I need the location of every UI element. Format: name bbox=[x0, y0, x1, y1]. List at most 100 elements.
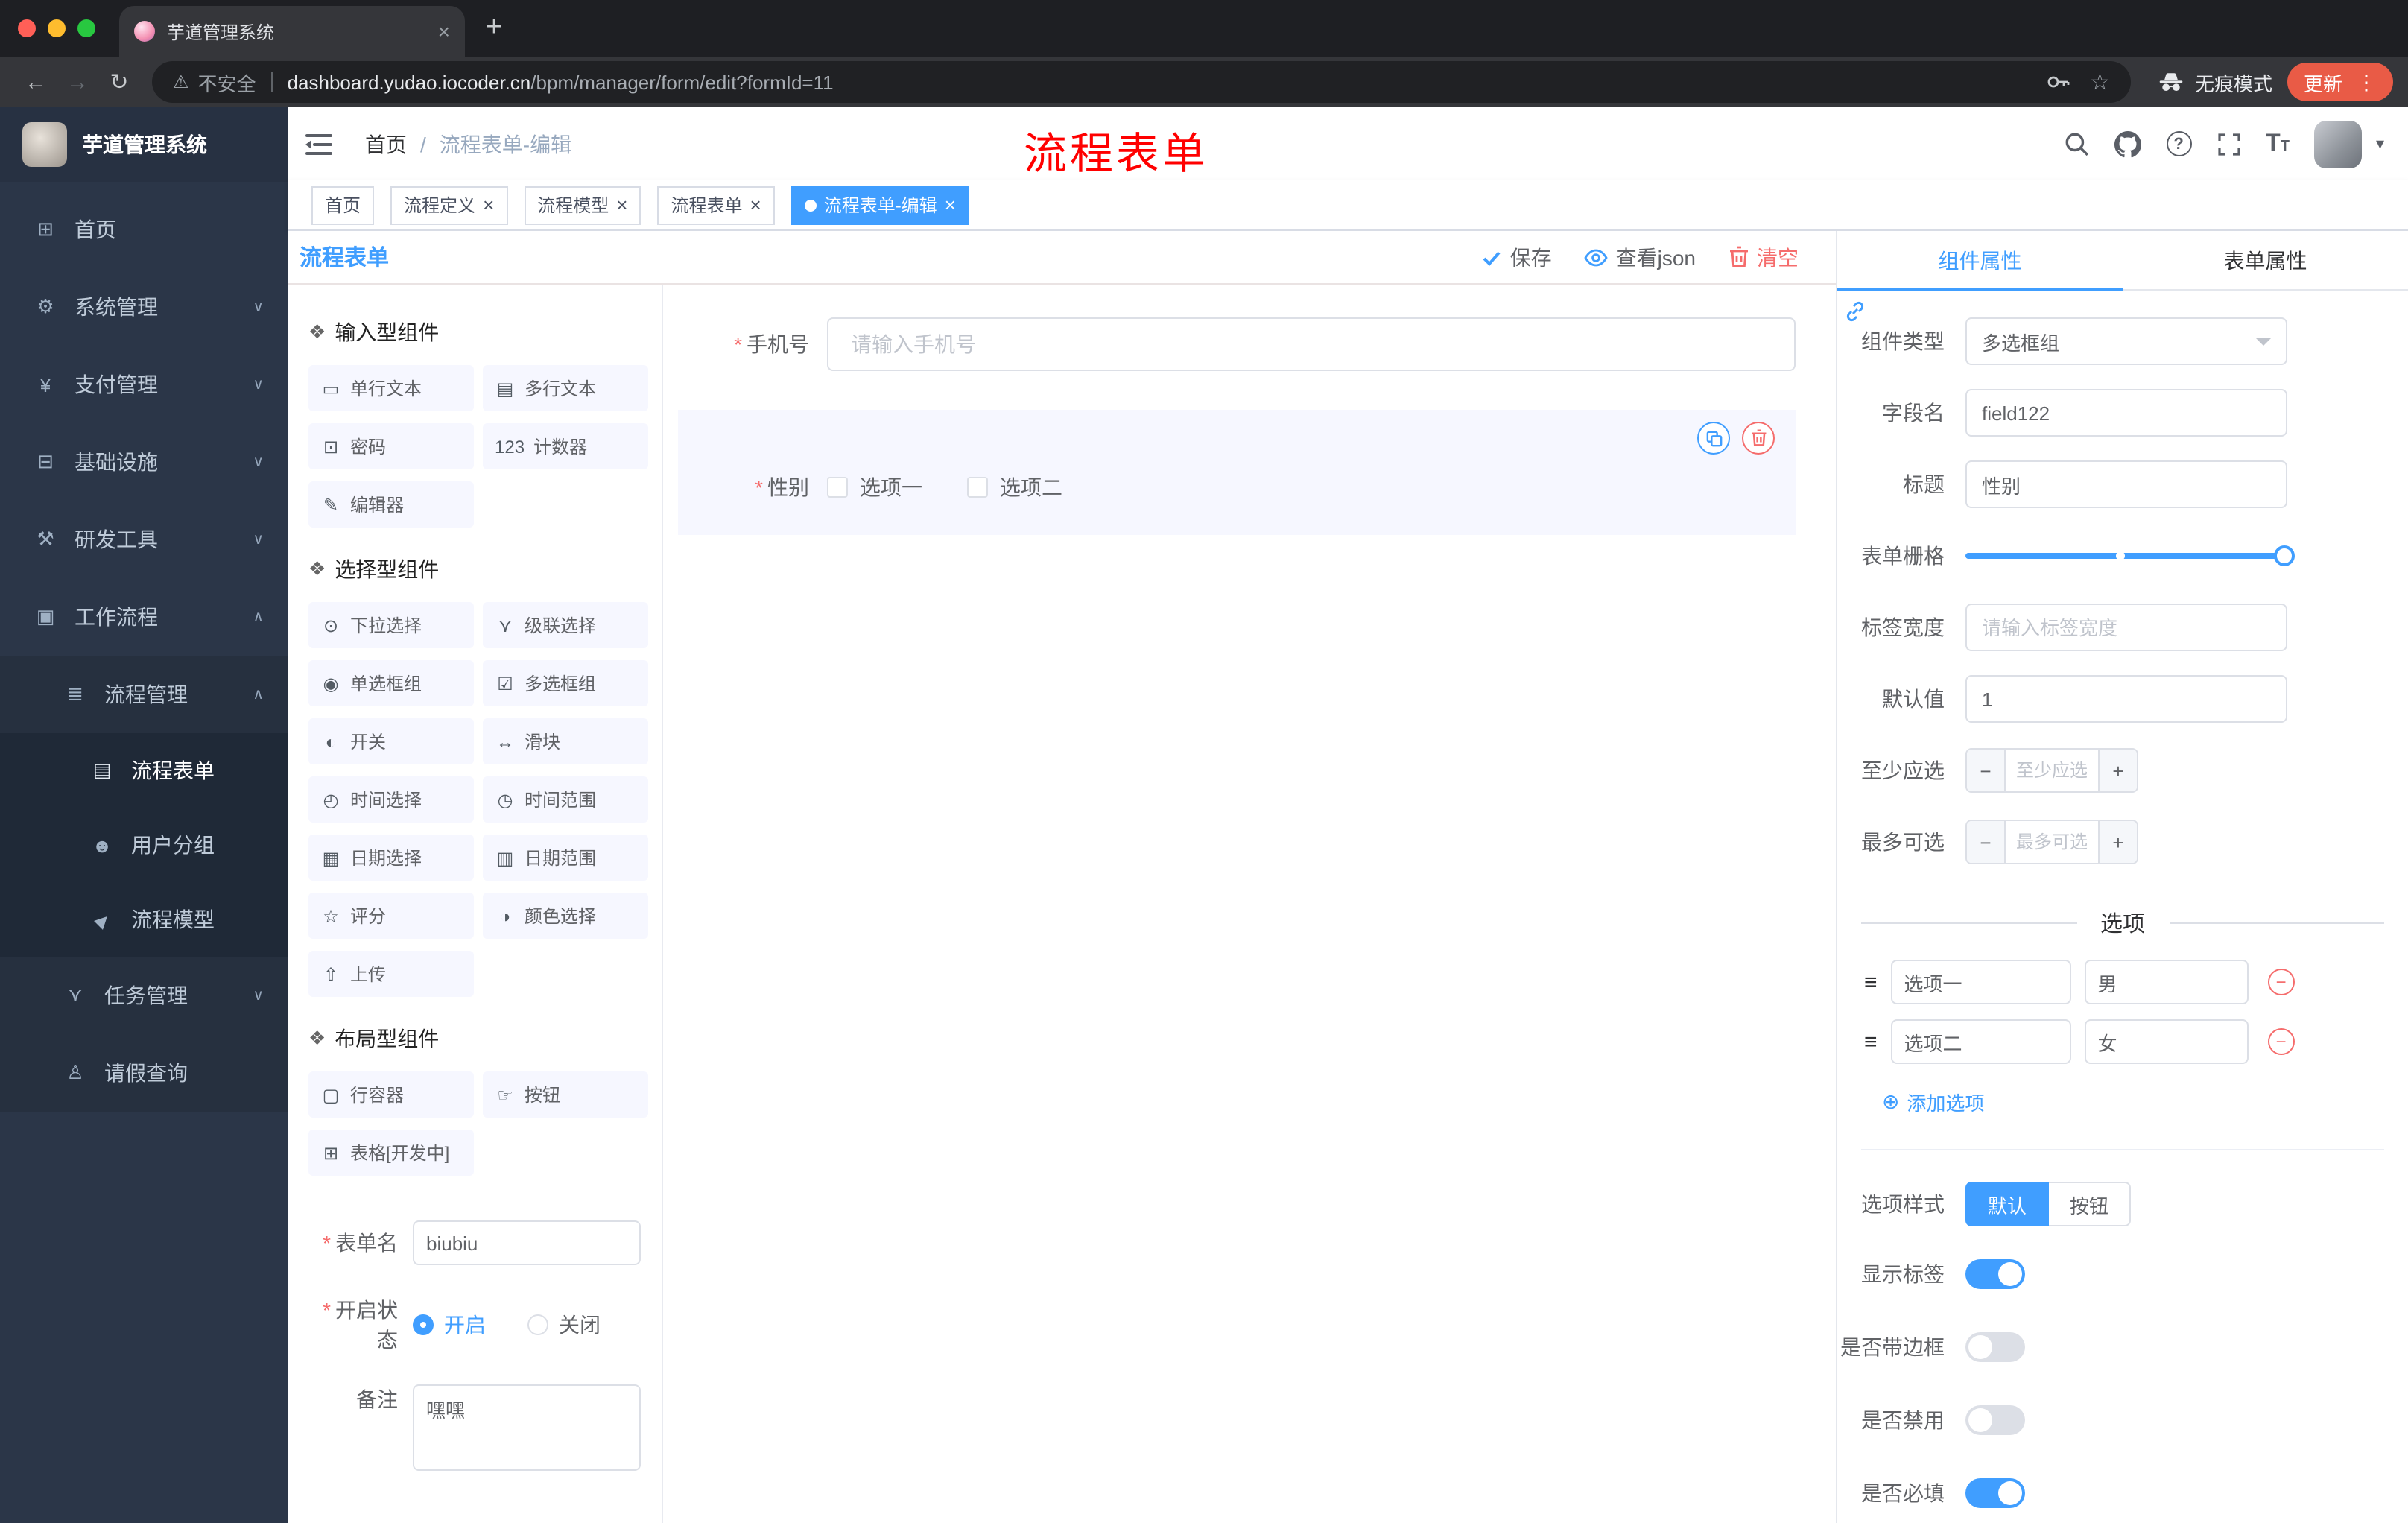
password-key-icon[interactable] bbox=[2045, 70, 2069, 94]
min-select-input[interactable] bbox=[2006, 750, 2098, 791]
drag-handle-icon[interactable]: ≡ bbox=[1864, 969, 1878, 995]
sidebar-item[interactable]: ≣ 流程管理 ∧ bbox=[0, 656, 288, 733]
toggle-switch[interactable] bbox=[1965, 1405, 2025, 1434]
palette-component[interactable]: ⇧ 上传 bbox=[308, 951, 474, 997]
tagview-tab[interactable]: 流程表单-编辑 × bbox=[790, 186, 969, 224]
tag-close-icon[interactable]: × bbox=[616, 195, 627, 215]
hamburger-icon[interactable] bbox=[305, 132, 341, 156]
app-logo[interactable]: 芋道管理系统 bbox=[0, 107, 288, 182]
decrease-button[interactable]: − bbox=[1967, 750, 2006, 791]
browser-menu-icon[interactable]: ⋮ bbox=[2356, 69, 2377, 95]
gender-field-selected[interactable]: * 性别 选项一 选项二 bbox=[678, 410, 1796, 535]
sidebar-item[interactable]: ⚒ 研发工具 ∨ bbox=[0, 501, 288, 578]
palette-component[interactable]: ▦ 日期选择 bbox=[308, 835, 474, 881]
sidebar-item[interactable]: ⚙ 系统管理 ∨ bbox=[0, 268, 288, 346]
status-off-radio[interactable]: 关闭 bbox=[527, 1310, 601, 1340]
palette-component[interactable]: ◑ 颜色选择 bbox=[483, 893, 648, 939]
sidebar-item[interactable]: ⊟ 基础设施 ∨ bbox=[0, 423, 288, 501]
sidebar-item[interactable]: ♙ 请假查询 bbox=[0, 1034, 288, 1112]
tagview-tab[interactable]: 流程定义 × bbox=[390, 186, 508, 224]
fullscreen-icon[interactable] bbox=[2217, 132, 2240, 156]
palette-component[interactable]: ☞ 按钮 bbox=[483, 1071, 648, 1118]
decrease-button[interactable]: − bbox=[1967, 821, 2006, 863]
increase-button[interactable]: + bbox=[2098, 821, 2137, 863]
back-button[interactable]: ← bbox=[15, 69, 57, 95]
checkbox-option[interactable]: 选项一 bbox=[827, 472, 922, 502]
avatar-caret-icon[interactable]: ▾ bbox=[2376, 134, 2384, 153]
tab-component-props[interactable]: 组件属性 bbox=[1837, 231, 2123, 289]
palette-component[interactable]: ▢ 行容器 bbox=[308, 1071, 474, 1118]
macos-minimize-button[interactable] bbox=[48, 19, 66, 37]
palette-component[interactable]: ◉ 单选框组 bbox=[308, 660, 474, 706]
field-name-input[interactable] bbox=[1965, 389, 2287, 437]
macos-close-button[interactable] bbox=[18, 19, 36, 37]
security-warning-icon[interactable]: ⚠ bbox=[173, 72, 189, 92]
save-button[interactable]: 保存 bbox=[1482, 242, 1552, 272]
label-width-input[interactable] bbox=[1965, 604, 2287, 651]
option-value-input[interactable] bbox=[2084, 1019, 2249, 1064]
remove-option-button[interactable]: − bbox=[2267, 969, 2295, 995]
tag-close-icon[interactable]: × bbox=[483, 195, 494, 215]
clear-button[interactable]: 清空 bbox=[1729, 242, 1799, 272]
palette-component[interactable]: ⋎ 级联选择 bbox=[483, 602, 648, 648]
remove-option-button[interactable]: − bbox=[2267, 1028, 2295, 1055]
form-name-input[interactable] bbox=[413, 1220, 641, 1265]
sidebar-item[interactable]: ⋎ 任务管理 ∨ bbox=[0, 957, 288, 1034]
sidebar-item[interactable]: ▣ 工作流程 ∧ bbox=[0, 578, 288, 656]
palette-component[interactable]: ☑ 多选框组 bbox=[483, 660, 648, 706]
palette-component[interactable]: 123 计数器 bbox=[483, 423, 648, 469]
search-icon[interactable] bbox=[2063, 131, 2088, 156]
sidebar-item[interactable]: ☻ 用户分组 bbox=[0, 808, 288, 882]
palette-component[interactable]: ↔ 滑块 bbox=[483, 718, 648, 764]
checkbox-icon[interactable] bbox=[967, 477, 988, 498]
avatar[interactable] bbox=[2314, 120, 2363, 168]
font-size-icon[interactable]: TT bbox=[2266, 131, 2290, 156]
update-button[interactable]: 更新 ⋮ bbox=[2287, 63, 2393, 101]
tagview-tab[interactable]: 首页 bbox=[311, 186, 375, 224]
checkbox-icon[interactable] bbox=[827, 477, 848, 498]
option-label-input[interactable] bbox=[1890, 1019, 2071, 1064]
browser-tab[interactable]: 芋道管理系统 × bbox=[119, 6, 465, 57]
sidebar-item[interactable]: ¥ 支付管理 ∨ bbox=[0, 346, 288, 423]
delete-field-button[interactable] bbox=[1742, 422, 1775, 455]
grid-slider[interactable] bbox=[1965, 532, 2295, 580]
address-bar[interactable]: ⚠ 不安全 dashboard.yudao.iocoder.cn/bpm/man… bbox=[152, 61, 2131, 103]
tag-close-icon[interactable]: × bbox=[945, 195, 956, 215]
tagview-tab[interactable]: 流程模型 × bbox=[524, 186, 641, 224]
default-value-input[interactable] bbox=[1965, 675, 2287, 723]
increase-button[interactable]: + bbox=[2098, 750, 2137, 791]
copy-field-button[interactable] bbox=[1697, 422, 1730, 455]
palette-component[interactable]: ⊙ 下拉选择 bbox=[308, 602, 474, 648]
palette-component[interactable]: ◷ 时间范围 bbox=[483, 776, 648, 823]
tagview-tab[interactable]: 流程表单 × bbox=[657, 186, 775, 224]
link-icon[interactable] bbox=[1843, 300, 1867, 331]
palette-component[interactable]: ☆ 评分 bbox=[308, 893, 474, 939]
option-value-input[interactable] bbox=[2084, 960, 2249, 1004]
breadcrumb-home[interactable]: 首页 bbox=[365, 129, 407, 159]
max-select-input[interactable] bbox=[2006, 821, 2098, 863]
style-default-button[interactable]: 默认 bbox=[1965, 1182, 2050, 1226]
tab-form-props[interactable]: 表单属性 bbox=[2123, 231, 2408, 289]
forward-button[interactable]: → bbox=[57, 69, 98, 95]
slider-track[interactable] bbox=[1965, 551, 2292, 560]
sidebar-item[interactable]: ▤ 流程表单 bbox=[0, 733, 288, 808]
palette-component[interactable]: ✎ 编辑器 bbox=[308, 481, 474, 528]
view-json-button[interactable]: 查看json bbox=[1585, 242, 1696, 272]
tab-close-icon[interactable]: × bbox=[438, 19, 450, 43]
palette-component[interactable]: ▤ 多行文本 bbox=[483, 365, 648, 411]
palette-component[interactable]: ◐ 开关 bbox=[308, 718, 474, 764]
palette-component[interactable]: ▥ 日期范围 bbox=[483, 835, 648, 881]
macos-zoom-button[interactable] bbox=[77, 19, 95, 37]
sidebar-item[interactable]: ⊞ 首页 bbox=[0, 191, 288, 268]
toggle-switch[interactable] bbox=[1965, 1478, 2025, 1507]
palette-component[interactable]: ⊡ 密码 bbox=[308, 423, 474, 469]
github-icon[interactable] bbox=[2114, 130, 2141, 157]
palette-component[interactable]: ⊞ 表格[开发中] bbox=[308, 1130, 474, 1176]
help-icon[interactable]: ? bbox=[2166, 131, 2192, 156]
bookmark-star-icon[interactable]: ☆ bbox=[2090, 69, 2110, 95]
component-type-select[interactable]: 多选框组 bbox=[1965, 317, 2287, 365]
palette-component[interactable]: ◴ 时间选择 bbox=[308, 776, 474, 823]
sidebar-item[interactable]: ▶ 流程模型 bbox=[0, 882, 288, 957]
title-input[interactable] bbox=[1965, 460, 2287, 508]
add-option-button[interactable]: ⊕ 添加选项 bbox=[1882, 1088, 1985, 1116]
